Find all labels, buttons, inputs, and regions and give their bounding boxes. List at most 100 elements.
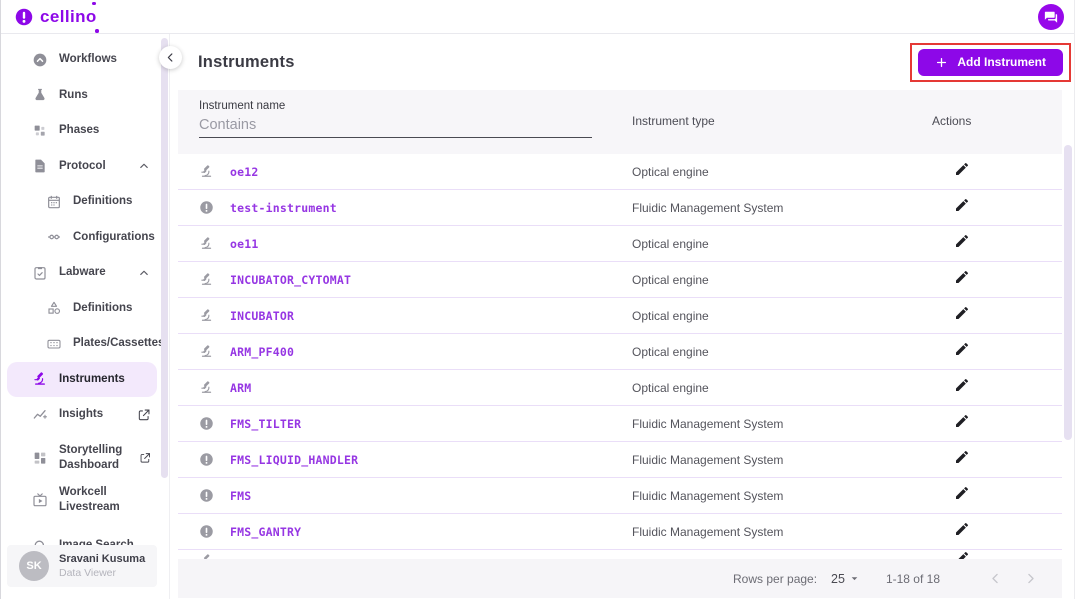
sidebar-item-label: Phases [59,123,99,138]
instrument-name-cell: FMS [178,488,632,503]
name-filter: Instrument name [178,90,632,154]
table-row: ARM_PF400Optical engine [178,334,1062,370]
sidebar-item-phases[interactable]: Phases [1,113,161,149]
flask-icon [32,87,48,103]
sidebar-item-configurations[interactable]: Configurations [1,220,161,256]
edit-instrument-button[interactable] [954,485,970,501]
actions-cell [932,377,1062,398]
app-body: WorkflowsRunsPhasesProtocolDefinitionsCo… [1,34,1074,599]
instrument-name-link[interactable]: ARM_PF400 [230,345,294,359]
name-filter-input[interactable] [199,115,592,138]
instrument-name-link[interactable]: FMS_TILTER [230,417,301,431]
instrument-type: Fluidic Management System [632,525,932,539]
user-card[interactable]: SK Sravani Kusuma Data Viewer [7,545,157,587]
edit-instrument-button[interactable] [954,305,970,321]
caret-down-icon [847,571,862,586]
next-page-button[interactable] [1023,571,1038,586]
sidebar-item-runs[interactable]: Runs [1,78,161,114]
actions-cell [932,449,1062,470]
sidebar-scrollbar-thumb[interactable] [161,38,168,478]
table-header: Instrument name Instrument type Actions [178,90,1062,154]
brand-logo: cellino [15,7,97,27]
table-scrollbar-thumb[interactable] [1064,145,1072,440]
sidebar-item-protocol-definitions[interactable]: Definitions [1,184,161,220]
sidebar-scrollbar-track [161,34,169,599]
edit-instrument-button[interactable] [954,449,970,465]
actions-cell [932,305,1062,326]
edit-instrument-button[interactable] [954,521,970,537]
sidebar-item-label: Definitions [73,301,132,316]
actions-cell [932,269,1062,290]
column-header-instrument-type: Instrument type [632,90,932,154]
sidebar-item-labware[interactable]: Labware [1,255,161,291]
page-title: Instruments [198,53,295,72]
instrument-name-link[interactable]: oe11 [230,237,259,251]
chevron-up-icon[interactable] [137,159,151,173]
instrument-name-cell: oe11 [178,236,632,251]
external-link-icon [137,408,151,422]
sidebar-item-instruments[interactable]: Instruments [7,362,157,398]
microscope-icon [32,371,48,387]
chevron-up-icon[interactable] [137,266,151,280]
plate-icon [46,336,62,352]
sidebar-item-label: Insights [59,407,103,422]
actions-cell [932,161,1062,182]
edit-instrument-button[interactable] [954,550,970,559]
table-row: INCUBATOR Optical engine [178,298,1062,334]
instrument-name-link[interactable]: ARM [230,381,251,395]
instrument-type: Fluidic Management System [632,201,932,215]
edit-instrument-button[interactable] [954,413,970,429]
forum-icon [1043,9,1059,25]
instrument-name-link[interactable]: INCUBATOR_CYTOMAT [230,273,351,287]
column-header-actions: Actions [932,90,1062,154]
edit-instrument-button[interactable] [954,233,970,249]
instrument-name-cell: INCUBATOR_CYTOMAT [178,272,632,287]
instrument-name-link[interactable]: INCUBATOR [230,309,294,323]
edit-instrument-button[interactable] [954,377,970,393]
table-row: ARM Optical engine [178,370,1062,406]
instrument-name-link[interactable]: FMS_GANTRY [230,525,301,539]
table-row [178,550,1062,559]
instrument-type: Optical engine [632,309,932,323]
instrument-name-link[interactable]: FMS_LIQUID_HANDLER [230,453,358,467]
instrument-name-link[interactable]: FMS [230,489,251,503]
edit-instrument-button[interactable] [954,161,970,177]
sidebar-item-protocol[interactable]: Protocol [1,149,161,185]
instrument-name-cell [178,553,632,559]
rows-per-page-select[interactable]: 25 [831,571,862,586]
sidebar-item-workcell-livestream[interactable]: Workcell Livestream [1,483,161,519]
chevron-right-icon [1023,571,1038,586]
document-icon [32,158,48,174]
calendar-icon [46,194,62,210]
edit-instrument-button[interactable] [954,341,970,357]
sidebar-item-insights[interactable]: Insights [1,397,161,433]
edit-instrument-button[interactable] [954,269,970,285]
add-instrument-button[interactable]: Add Instrument [918,49,1063,76]
instrument-name-cell: FMS_TILTER [178,416,632,431]
clipboard-icon [32,265,48,281]
chat-button[interactable] [1038,4,1064,30]
table-body: oe12 Optical engine test-instrument Fluidic… [178,154,1062,559]
previous-page-button[interactable] [988,571,1003,586]
sidebar-item-storytelling-dashboard[interactable]: Storytelling Dashboard [1,433,161,483]
table-row: FMS_TILTERFluidic Management System [178,406,1062,442]
sidebar-item-plates-cassettes[interactable]: Plates/Cassettes [1,326,161,362]
sidebar: WorkflowsRunsPhasesProtocolDefinitionsCo… [1,34,161,599]
instrument-type: Optical engine [632,381,932,395]
instrument-name-link[interactable]: test-instrument [230,201,337,215]
edit-instrument-button[interactable] [954,197,970,213]
tune-icon [46,229,62,245]
instrument-type: Optical engine [632,237,932,251]
sidebar-item-label: Labware [59,265,106,280]
insights-icon [32,407,48,423]
microscope-icon [199,553,214,559]
sidebar-item-labware-definitions[interactable]: Definitions [1,291,161,327]
user-role: Data Viewer [59,567,145,579]
sidebar-item-workflows[interactable]: Workflows [1,42,161,78]
table-row: test-instrument Fluidic Management System [178,190,1062,226]
sidebar-item-label: Protocol [59,159,106,174]
sidebar-item-label: Runs [59,88,88,103]
instrument-name-cell: ARM [178,380,632,395]
sidebar-collapse-button[interactable] [159,46,182,69]
instrument-name-link[interactable]: oe12 [230,165,259,179]
